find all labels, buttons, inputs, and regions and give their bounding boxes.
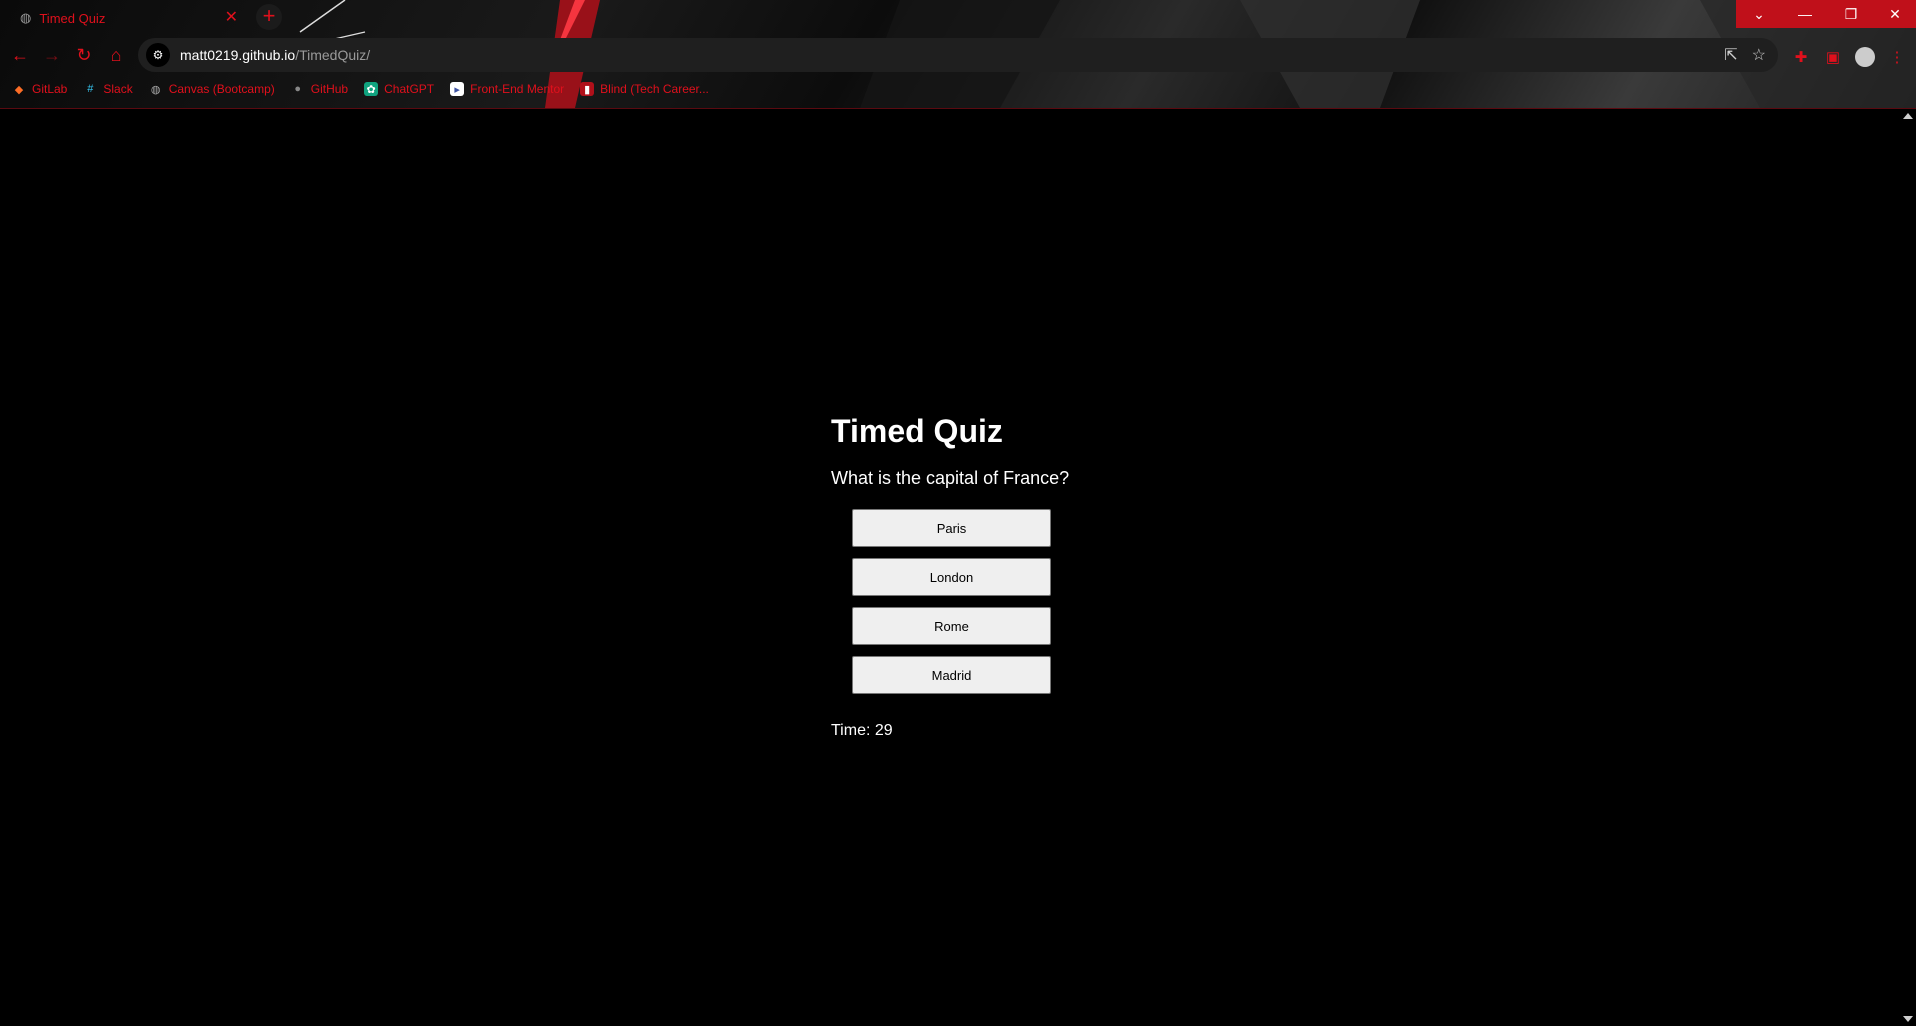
- menu-icon[interactable]: ⋮: [1886, 46, 1908, 68]
- reload-button[interactable]: ↻: [71, 42, 97, 68]
- bookmark-blind[interactable]: ▮ Blind (Tech Career...: [580, 82, 709, 96]
- bookmark-slack[interactable]: # Slack: [83, 82, 132, 96]
- bookmark-label: Slack: [103, 82, 133, 96]
- page-title: Timed Quiz: [831, 413, 1003, 449]
- tab-search-button[interactable]: ⌄: [1736, 0, 1782, 28]
- github-icon: ●: [294, 83, 302, 95]
- gitlab-icon: ◆: [14, 83, 24, 96]
- scrollbar[interactable]: [1900, 109, 1916, 1026]
- bookmark-label: GitHub: [310, 82, 349, 96]
- omnibox-actions: ⇱ ☆: [1724, 45, 1766, 65]
- answer-button-paris[interactable]: Paris: [852, 509, 1051, 547]
- toolbar: ← → ↻ ⌂ ⚙ matt0219.github.io/TimedQuiz/ …: [0, 38, 1916, 72]
- bookmark-gitlab[interactable]: ◆ GitLab: [12, 82, 68, 96]
- slack-icon: #: [87, 83, 94, 95]
- question-text: What is the capital of France?: [831, 468, 1070, 488]
- answer-button-london[interactable]: London: [852, 558, 1051, 596]
- bookmark-label: Canvas (Bootcamp): [168, 82, 275, 96]
- quiz-container: Timed Quiz What is the capital of France…: [831, 411, 1151, 740]
- share-icon[interactable]: ⇱: [1724, 45, 1737, 65]
- extensions-icon[interactable]: ✚: [1790, 46, 1812, 68]
- bookmark-frontend-mentor[interactable]: ▸ Front-End Mentor: [450, 82, 564, 96]
- bookmark-canvas[interactable]: ◍ Canvas (Bootcamp): [149, 82, 275, 96]
- restore-button[interactable]: ❐: [1828, 0, 1874, 28]
- scroll-down-arrow-icon[interactable]: [1903, 1016, 1913, 1022]
- new-tab-button[interactable]: +: [256, 4, 282, 30]
- tab-title: Timed Quiz: [39, 10, 106, 26]
- bookmark-label: GitLab: [32, 82, 68, 96]
- bookmark-chatgpt[interactable]: ✿ ChatGPT: [364, 82, 434, 96]
- home-button[interactable]: ⌂: [103, 42, 129, 68]
- globe-icon: ◍: [20, 10, 32, 25]
- blind-icon: ▮: [580, 82, 595, 96]
- tune-icon[interactable]: ⚙: [146, 43, 170, 67]
- bookmark-label: ChatGPT: [384, 82, 435, 96]
- bookmark-label: Blind (Tech Career...: [600, 82, 709, 96]
- answer-button-madrid[interactable]: Madrid: [852, 656, 1051, 694]
- scroll-up-arrow-icon[interactable]: [1903, 113, 1913, 119]
- close-window-button[interactable]: ✕: [1874, 0, 1916, 28]
- browser-chrome: ◍ Timed Quiz ✕ + ⌄ — ❐ ✕ ← → ↻ ⌂ ⚙ matt0…: [0, 0, 1916, 109]
- url-path: /TimedQuiz/: [295, 47, 371, 63]
- bookmarks-bar: ◆ GitLab # Slack ◍ Canvas (Bootcamp) ● G…: [0, 78, 1916, 100]
- globe-icon: ◍: [150, 83, 161, 96]
- avatar[interactable]: [1854, 46, 1876, 68]
- tab-timed-quiz[interactable]: ◍ Timed Quiz ✕: [8, 2, 248, 34]
- page-content: Timed Quiz What is the capital of France…: [0, 109, 1900, 1026]
- url-host: matt0219.github.io: [180, 47, 296, 63]
- answer-list: Paris London Rome Madrid: [852, 509, 1151, 694]
- answer-button-rome[interactable]: Rome: [852, 607, 1051, 645]
- side-panel-icon[interactable]: ▣: [1822, 46, 1844, 68]
- timer-text: Time: 29: [831, 722, 893, 739]
- tab-strip: ◍ Timed Quiz ✕ + ⌄ — ❐ ✕: [0, 0, 1916, 34]
- address-bar[interactable]: ⚙ matt0219.github.io/TimedQuiz/ ⇱ ☆: [138, 38, 1778, 72]
- bookmark-github[interactable]: ● GitHub: [291, 82, 348, 96]
- minimize-button[interactable]: —: [1782, 0, 1828, 28]
- tab-close-icon[interactable]: ✕: [225, 8, 238, 28]
- back-button[interactable]: ←: [7, 42, 33, 68]
- bookmark-label: Front-End Mentor: [470, 82, 565, 96]
- bookmark-star-icon[interactable]: ☆: [1752, 45, 1766, 65]
- chatgpt-icon: ✿: [364, 82, 379, 96]
- forward-button[interactable]: →: [39, 42, 65, 68]
- frontend-mentor-icon: ▸: [450, 82, 465, 96]
